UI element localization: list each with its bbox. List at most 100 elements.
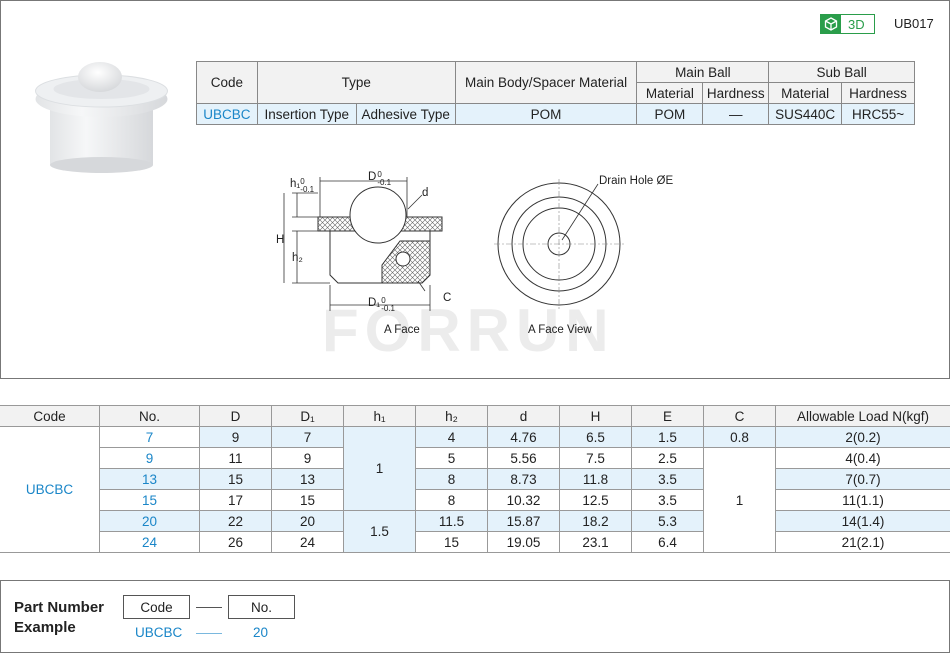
drain-hole-label: Drain Hole ØE (599, 175, 674, 187)
spec-no-link[interactable]: 7 (99, 426, 200, 448)
example-value-dash (196, 633, 222, 634)
cell-h1: 1.5 (343, 510, 416, 553)
table-row: 24 26 24 15 19.05 23.1 6.4 21(2.1) (0, 531, 950, 553)
example-code-box: Code (123, 595, 190, 619)
cell-d: 10.32 (487, 489, 560, 511)
type-insertion: Insertion Type (256, 103, 357, 125)
cell-D: 9 (199, 426, 272, 448)
spec-no-link[interactable]: 24 (99, 531, 200, 553)
th-D1: D₁ (271, 405, 344, 427)
th-load: Allowable Load N(kgf) (775, 405, 950, 427)
cell-D: 26 (199, 531, 272, 553)
cell-D: 22 (199, 510, 272, 532)
example-code-value: UBCBC (135, 625, 183, 640)
example-title: Part Number Example (14, 599, 105, 636)
cell-D1: 7 (271, 426, 344, 448)
th-h1: h₁ (343, 405, 416, 427)
cell-d: 8.73 (487, 468, 560, 490)
th-type: Type (256, 61, 456, 104)
cell-H: 23.1 (559, 531, 632, 553)
dim-H: H (276, 234, 285, 246)
type-table: Code Type Main Body/Spacer Material Main… (196, 61, 915, 125)
spec-no-link[interactable]: 9 (99, 447, 200, 469)
th-body-material: Main Body/Spacer Material (454, 61, 638, 104)
cell-load: 14(1.4) (775, 510, 950, 532)
cell-h2: 15 (415, 531, 488, 553)
table-row: UBCBC 7 9 7 1 4 4.76 6.5 1.5 0.8 2(0.2) (0, 426, 950, 553)
th-main-ball: Main Ball (636, 61, 770, 83)
th-D: D (199, 405, 272, 427)
th-h2: h₂ (415, 405, 488, 427)
dim-h1-tol-lower: -0.1 (300, 185, 315, 194)
cell-H: 6.5 (559, 426, 632, 448)
th-code: Code (0, 405, 100, 427)
spec-code[interactable]: UBCBC (0, 426, 100, 553)
cell-E: 3.5 (631, 468, 704, 490)
spec-no-link[interactable]: 15 (99, 489, 200, 511)
cell-D1: 24 (271, 531, 344, 553)
dim-C: C (443, 292, 452, 304)
cell-h2: 4 (415, 426, 488, 448)
cell-D1: 15 (271, 489, 344, 511)
cell-E: 5.3 (631, 510, 704, 532)
dim-D: D (368, 171, 377, 183)
cell-h2: 11.5 (415, 510, 488, 532)
cell-h2: 5 (415, 447, 488, 469)
cell-h2: 8 (415, 489, 488, 511)
cell-d: 4.76 (487, 426, 560, 448)
th-H: H (559, 405, 632, 427)
th-sub-material: Material (768, 82, 843, 104)
example-no-value: 20 (253, 625, 269, 640)
cell-H: 12.5 (559, 489, 632, 511)
cell-D1: 20 (271, 510, 344, 532)
cell-load: 7(0.7) (775, 468, 950, 490)
sub-ball-hardness: HRC55~ (841, 103, 915, 125)
cell-h2: 8 (415, 468, 488, 490)
cell-E: 2.5 (631, 447, 704, 469)
dim-D-tol-lower: -0.1 (377, 178, 392, 187)
table-row: 9 11 9 5 5.56 7.5 2.5 1 4(0.4) (0, 447, 950, 553)
main-ball-hardness: — (702, 103, 770, 125)
sub-ball-material: SUS440C (768, 103, 843, 125)
code-link[interactable]: UBCBC (196, 103, 258, 125)
cell-H: 7.5 (559, 447, 632, 469)
type-adhesive: Adhesive Type (355, 103, 456, 125)
th-sub-ball: Sub Ball (768, 61, 915, 83)
cell-load: 4(0.4) (775, 447, 950, 469)
cell-d: 5.56 (487, 447, 560, 469)
spec-no-link[interactable]: 20 (99, 510, 200, 532)
th-C: C (703, 405, 776, 427)
dim-h2: h₂ (292, 252, 303, 264)
cell-H: 18.2 (559, 510, 632, 532)
table-row: 15 17 15 8 10.32 12.5 3.5 11(1.1) (0, 489, 950, 511)
cell-load: 11(1.1) (775, 489, 950, 511)
cell-C: 0.8 (703, 426, 776, 448)
cube-icon (821, 15, 841, 33)
th-no: No. (99, 405, 200, 427)
cell-E: 1.5 (631, 426, 704, 448)
3d-model-button[interactable]: 3D (820, 14, 875, 34)
cell-load: 2(0.2) (775, 426, 950, 448)
dim-D1: D₁ (368, 297, 381, 309)
product-photo (35, 62, 168, 173)
face-view-drawing (494, 179, 624, 309)
cell-D1: 9 (271, 447, 344, 469)
model-code: UB017 (894, 16, 934, 31)
table-row: 20 22 20 1.5 11.5 15.87 18.2 5.3 14(1.4) (0, 510, 950, 553)
cell-d: 19.05 (487, 531, 560, 553)
dim-h1: h₁ (290, 178, 301, 190)
main-ball-material: POM (636, 103, 704, 125)
th-main-material: Material (636, 82, 704, 104)
cell-load: 21(2.1) (775, 531, 950, 553)
cell-D: 17 (199, 489, 272, 511)
cell-h1: 1 (343, 426, 416, 511)
cell-D1: 13 (271, 468, 344, 490)
3d-label: 3D (848, 16, 865, 32)
cell-H: 11.8 (559, 468, 632, 490)
table-row: 13 15 13 8 8.73 11.8 3.5 7(0.7) (0, 468, 950, 490)
cell-D: 11 (199, 447, 272, 469)
cell-E: 6.4 (631, 531, 704, 553)
cell-D: 15 (199, 468, 272, 490)
cell-d: 15.87 (487, 510, 560, 532)
spec-no-link[interactable]: 13 (99, 468, 200, 490)
